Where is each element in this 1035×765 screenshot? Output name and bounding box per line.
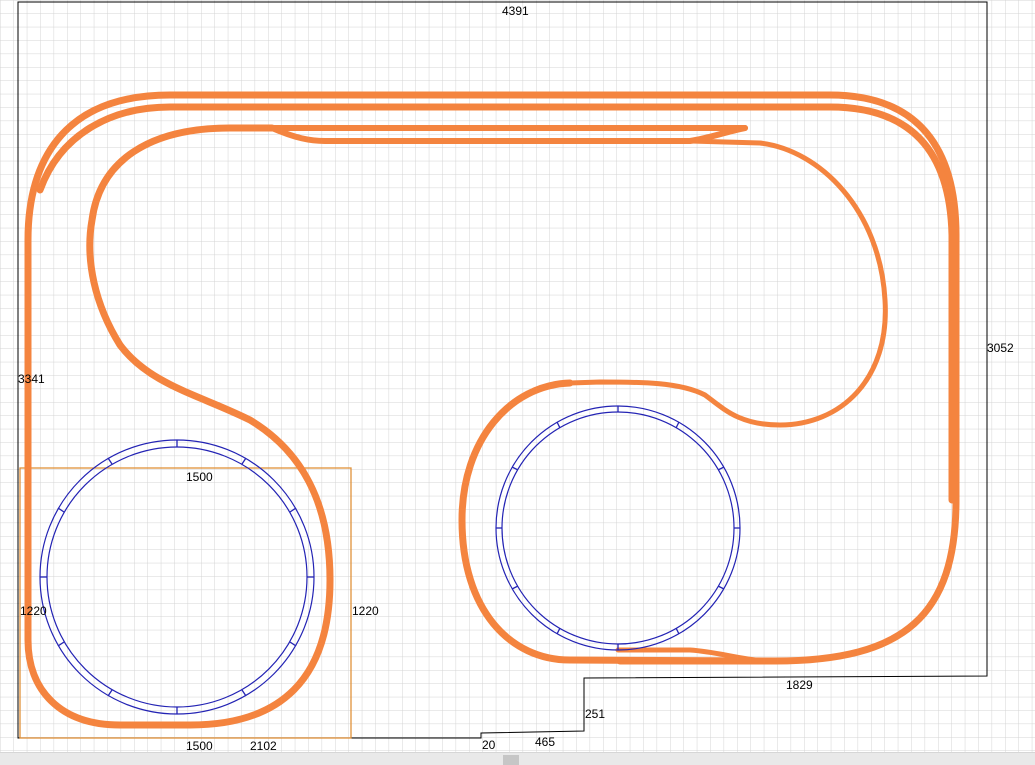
- track-plan-canvas[interactable]: 4391 3052 3341 1220 1220 1500 1500 2102 …: [0, 0, 1035, 765]
- dim-box-right: 1220: [352, 604, 379, 618]
- dim-notch-height: 251: [585, 707, 605, 721]
- scrollbar-thumb[interactable]: [503, 755, 519, 765]
- dim-left-circle-bottom: 1500: [186, 739, 213, 753]
- dim-notch-small: 20: [482, 738, 496, 752]
- dim-left-circle-top: 1500: [186, 470, 213, 484]
- horizontal-scrollbar[interactable]: [0, 752, 1035, 765]
- dim-top-width: 4391: [502, 4, 529, 18]
- dim-notch-width: 465: [535, 735, 555, 749]
- dim-bottom-right-width: 1829: [786, 678, 813, 692]
- dim-right-height: 3052: [987, 341, 1014, 355]
- dim-box-left: 1220: [20, 604, 47, 618]
- dim-left-height: 3341: [18, 372, 45, 386]
- dim-bottom-left-width: 2102: [250, 739, 277, 753]
